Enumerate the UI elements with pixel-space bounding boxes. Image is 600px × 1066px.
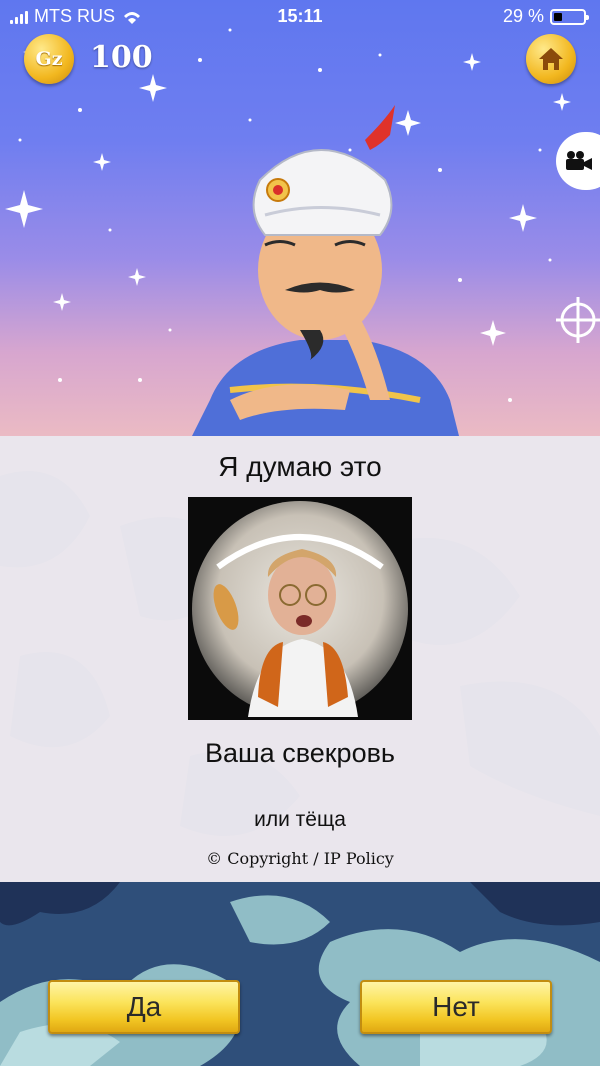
home-icon	[539, 48, 563, 70]
copyright-link[interactable]: © Copyright / IP Policy	[0, 849, 600, 868]
status-bar: MTS RUS 15:11 29 %	[0, 0, 600, 34]
video-camera-icon	[566, 151, 592, 170]
coin-label: Gz	[35, 48, 63, 70]
no-button[interactable]: Нет	[360, 980, 552, 1034]
battery-icon	[550, 8, 589, 25]
genie-character	[190, 105, 460, 440]
battery-group: 29 %	[502, 6, 589, 27]
bottom-clouds	[0, 882, 600, 1066]
fisheye-portrait	[188, 497, 412, 720]
result-heading: Я думаю это	[218, 451, 382, 482]
yes-button[interactable]: Да	[48, 980, 240, 1034]
answer-photo	[188, 497, 412, 720]
coin-count: 100	[90, 40, 153, 75]
crosshair-icon	[556, 297, 600, 343]
home-button[interactable]	[526, 34, 576, 84]
answer-name: Ваша свекровь	[204, 738, 395, 768]
battery-percent: 29 %	[502, 6, 544, 26]
answer-alternative: или тёща	[254, 808, 346, 831]
gz-coin-icon[interactable]: Gz	[24, 34, 74, 84]
